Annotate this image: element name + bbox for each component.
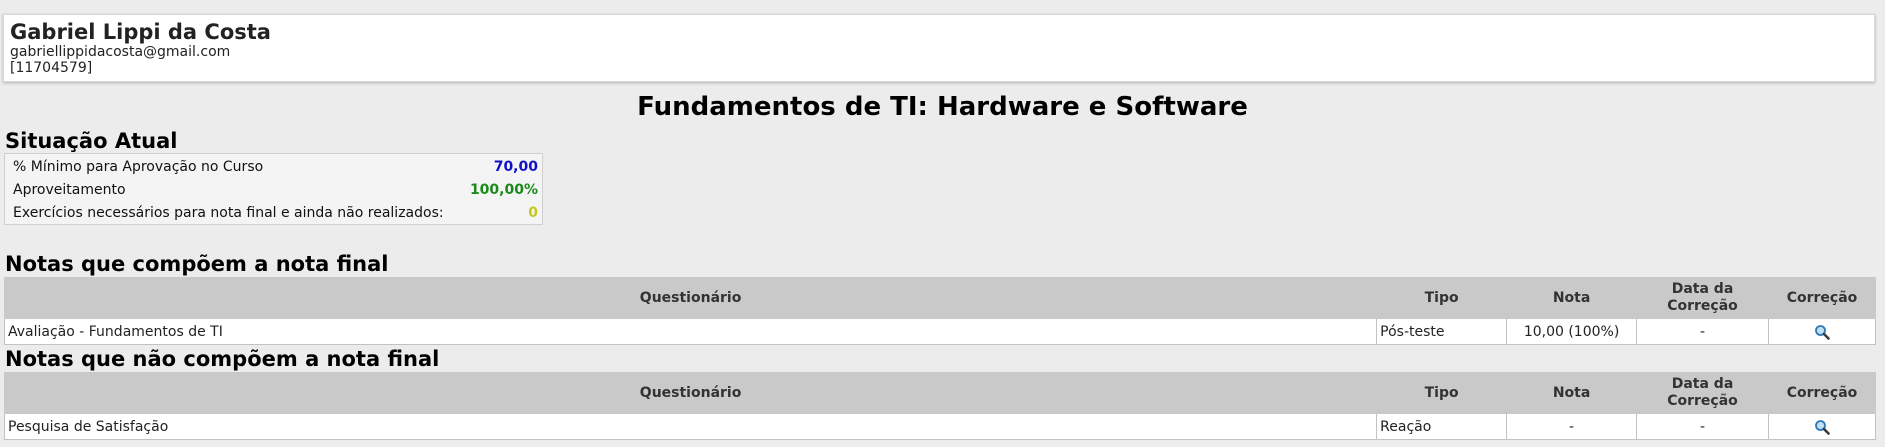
status-row-performance: Aproveitamento 100,00%	[9, 179, 538, 201]
cell-data-correcao: -	[1636, 413, 1769, 440]
user-id: [11704579]	[10, 60, 93, 76]
cell-questionario: Pesquisa de Satisfação	[3, 413, 1378, 440]
status-value: 0	[528, 205, 538, 221]
final-grades-title: Notas que compõem a nota final	[5, 252, 389, 276]
status-box: % Mínimo para Aprovação no Curso 70,00 A…	[4, 153, 543, 225]
cell-correcao	[1767, 318, 1877, 345]
other-grades-table: Questionário Tipo Nota Data da Correção C…	[3, 372, 1877, 440]
col-questionario: Questionário	[3, 277, 1378, 319]
col-correcao: Correção	[1767, 277, 1877, 319]
final-grades-table: Questionário Tipo Nota Data da Correção C…	[3, 277, 1877, 345]
status-label: % Mínimo para Aprovação no Curso	[13, 159, 264, 175]
user-name: Gabriel Lippi da Costa	[10, 20, 271, 44]
other-grades-title: Notas que não compõem a nota final	[5, 347, 440, 371]
col-data-correcao: Data da Correção	[1636, 277, 1769, 319]
table-row: Pesquisa de Satisfação Reação - -	[3, 413, 1877, 440]
user-email: gabriellippidacosta@gmail.com	[10, 44, 231, 60]
col-data-correcao: Data da Correção	[1636, 372, 1769, 414]
table-row: Avaliação - Fundamentos de TI Pós-teste …	[3, 318, 1877, 345]
search-icon[interactable]	[1814, 324, 1830, 340]
user-card: Gabriel Lippi da Costa gabriellippidacos…	[3, 14, 1875, 82]
col-nota: Nota	[1506, 372, 1638, 414]
status-section-title: Situação Atual	[5, 129, 178, 153]
status-value: 70,00	[493, 159, 538, 175]
status-row-pending-exercises: Exercícios necessários para nota final e…	[9, 202, 538, 224]
col-tipo: Tipo	[1376, 372, 1508, 414]
cell-correcao	[1767, 413, 1877, 440]
cell-tipo: Reação	[1376, 413, 1508, 440]
cell-tipo: Pós-teste	[1376, 318, 1508, 345]
status-value: 100,00%	[469, 182, 538, 198]
cell-data-correcao: -	[1636, 318, 1769, 345]
status-row-min-approval: % Mínimo para Aprovação no Curso 70,00	[9, 156, 538, 178]
col-correcao: Correção	[1767, 372, 1877, 414]
col-nota: Nota	[1506, 277, 1638, 319]
table-header-row: Questionário Tipo Nota Data da Correção C…	[3, 372, 1877, 414]
status-label: Aproveitamento	[13, 182, 126, 198]
col-tipo: Tipo	[1376, 277, 1508, 319]
table-header-row: Questionário Tipo Nota Data da Correção C…	[3, 277, 1877, 319]
course-title: Fundamentos de TI: Hardware e Software	[637, 92, 1248, 122]
search-icon[interactable]	[1814, 419, 1830, 435]
cell-questionario: Avaliação - Fundamentos de TI	[3, 318, 1378, 345]
cell-nota: -	[1506, 413, 1638, 440]
col-questionario: Questionário	[3, 372, 1378, 414]
cell-nota: 10,00 (100%)	[1506, 318, 1638, 345]
status-label: Exercícios necessários para nota final e…	[13, 205, 444, 221]
